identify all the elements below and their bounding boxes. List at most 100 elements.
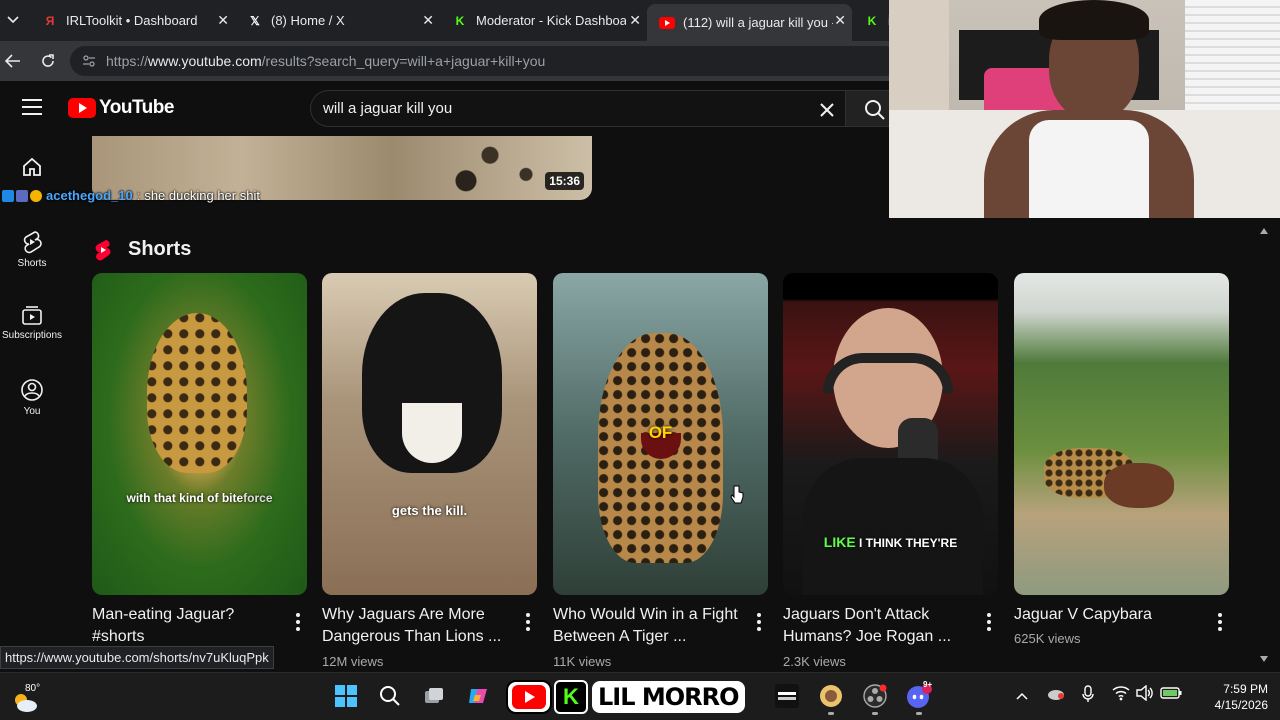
speaker-icon	[1136, 684, 1153, 702]
chat-message-text: she ducking her shit	[144, 188, 260, 203]
x-logo-icon: 𝕏	[250, 13, 260, 28]
section-title: Shorts	[128, 238, 192, 260]
microphone-tray[interactable]	[1082, 685, 1094, 706]
tab-title: (8) Home / X	[271, 13, 345, 28]
search-icon	[380, 686, 400, 706]
search-input[interactable]	[323, 100, 803, 117]
weather-widget[interactable]: 80°	[12, 683, 52, 713]
short-thumbnail[interactable]: OF	[553, 273, 768, 595]
tab-youtube-active[interactable]: (112) will a jaguar kill you - YouTube ✕	[647, 4, 852, 41]
short-caption: LIKE I THINK THEY'RE	[823, 534, 958, 551]
shorts-logo-icon	[95, 239, 111, 260]
chevron-up-icon	[1016, 692, 1028, 700]
close-tab-icon[interactable]: ✕	[422, 12, 434, 29]
more-actions-icon[interactable]	[1217, 613, 1223, 631]
short-title[interactable]: Man-eating Jaguar? #shorts	[92, 604, 277, 648]
scroll-up-arrow[interactable]	[1260, 228, 1268, 234]
search-icon	[865, 100, 885, 120]
copilot-button[interactable]	[465, 683, 491, 709]
tab-irltoolkit[interactable]: Я IRLToolkit • Dashboard ✕	[30, 4, 235, 37]
task-view-button[interactable]	[421, 683, 447, 709]
badge-icon	[2, 189, 14, 202]
capybara-image	[1104, 463, 1174, 508]
network-tray[interactable]	[1112, 685, 1130, 704]
clear-search-button[interactable]	[816, 99, 838, 121]
youtube-sidebar: Shorts Subscriptions You	[0, 136, 64, 676]
sidebar-item-subscriptions[interactable]: Subscriptions	[0, 304, 64, 341]
running-indicator	[916, 712, 922, 715]
taskbar-search-button[interactable]	[377, 683, 403, 709]
site-info-icon[interactable]	[82, 54, 96, 68]
kick-logo-icon: K	[455, 13, 465, 28]
more-actions-icon[interactable]	[295, 613, 301, 631]
back-arrow-icon	[5, 54, 20, 68]
short-card[interactable]: LIKE I THINK THEY'RE Jaguars Don't Attac…	[783, 273, 998, 669]
close-tab-icon[interactable]: ✕	[217, 12, 229, 29]
show-hidden-icons-button[interactable]	[1016, 687, 1028, 703]
browser-profile-icon	[820, 685, 842, 707]
short-thumbnail[interactable]	[1014, 273, 1229, 595]
chrome-app[interactable]	[818, 683, 844, 715]
close-tab-icon[interactable]: ✕	[834, 12, 846, 29]
call-of-duty-app[interactable]	[774, 683, 800, 709]
youtube-logo-icon	[659, 15, 675, 31]
close-icon	[820, 103, 834, 117]
sidebar-item-label: You	[23, 406, 41, 417]
more-actions-icon[interactable]	[525, 613, 531, 631]
tab-title: IRLToolkit • Dashboard	[66, 13, 198, 28]
short-title[interactable]: Jaguar V Capybara	[1014, 604, 1199, 626]
sidebar-item-home[interactable]	[0, 156, 64, 182]
tab-search-button[interactable]	[0, 6, 26, 34]
video-duration: 15:36	[545, 172, 584, 190]
reload-button[interactable]	[37, 50, 59, 72]
windows-taskbar: 80° K LIL MORRO 9+ 7:59 PM 4/15/2026	[0, 672, 1280, 720]
tab-kick[interactable]: K in	[852, 4, 892, 37]
streamer-name: LIL MORRO	[592, 681, 745, 713]
sidebar-item-you[interactable]: You	[0, 378, 64, 417]
search-box	[310, 90, 845, 127]
short-thumbnail[interactable]: gets the kill.	[322, 273, 537, 595]
tab-kick-moderator[interactable]: K Moderator - Kick Dashboard ✕	[440, 4, 647, 37]
short-thumbnail[interactable]: with that kind of biteforce	[92, 273, 307, 595]
short-card[interactable]: with that kind of biteforce Man-eating J…	[92, 273, 307, 645]
person-body-image	[803, 458, 983, 595]
kick-logo-icon: K	[867, 13, 877, 28]
youtube-logo[interactable]: YouTube	[68, 97, 174, 119]
url-host: www.youtube.com	[148, 53, 262, 69]
clock-date: 4/15/2026	[1214, 698, 1268, 712]
address-bar[interactable]: https://www.youtube.com/results?search_q…	[70, 46, 900, 76]
mouse-cursor-icon	[730, 485, 744, 504]
scroll-down-arrow[interactable]	[1260, 656, 1268, 662]
close-tab-icon[interactable]: ✕	[629, 12, 641, 29]
running-indicator	[828, 712, 834, 715]
tab-title: Moderator - Kick Dashboard	[476, 13, 626, 28]
reload-icon	[42, 54, 54, 67]
shorts-icon	[23, 231, 42, 254]
youtube-wordmark: YouTube	[99, 97, 174, 118]
back-button[interactable]	[2, 50, 24, 72]
tab-x-home[interactable]: 𝕏 (8) Home / X ✕	[235, 4, 440, 37]
discord-app[interactable]: 9+	[906, 680, 932, 715]
short-title[interactable]: Jaguars Don't Attack Humans? Joe Rogan .…	[783, 604, 968, 648]
short-title[interactable]: Who Would Win in a Fight Between A Tiger…	[553, 604, 738, 648]
sidebar-item-shorts[interactable]: Shorts	[0, 230, 64, 269]
tab-title: (112) will a jaguar kill you - YouTube	[683, 15, 833, 30]
short-thumbnail[interactable]: LIKE I THINK THEY'RE	[783, 273, 998, 595]
short-card[interactable]: Jaguar V Capybara 625K views	[1014, 273, 1229, 646]
obs-app[interactable]	[862, 683, 888, 715]
onedrive-tray[interactable]	[1046, 686, 1066, 703]
volume-tray[interactable]	[1136, 684, 1154, 704]
badge-icon	[30, 189, 42, 202]
start-button[interactable]	[333, 683, 359, 709]
home-icon	[23, 157, 41, 176]
more-actions-icon[interactable]	[986, 613, 992, 631]
short-title[interactable]: Why Jaguars Are More Dangerous Than Lion…	[322, 604, 507, 648]
person-hair-image	[1039, 0, 1149, 40]
chat-badges	[2, 189, 42, 202]
more-actions-icon[interactable]	[756, 613, 762, 631]
battery-tray[interactable]	[1160, 686, 1182, 703]
short-card[interactable]: gets the kill. Why Jaguars Are More Dang…	[322, 273, 537, 669]
short-card[interactable]: OF Who Would Win in a Fight Between A Ti…	[553, 273, 768, 669]
menu-icon[interactable]	[22, 99, 42, 115]
clock[interactable]: 7:59 PM 4/15/2026	[1215, 681, 1268, 713]
